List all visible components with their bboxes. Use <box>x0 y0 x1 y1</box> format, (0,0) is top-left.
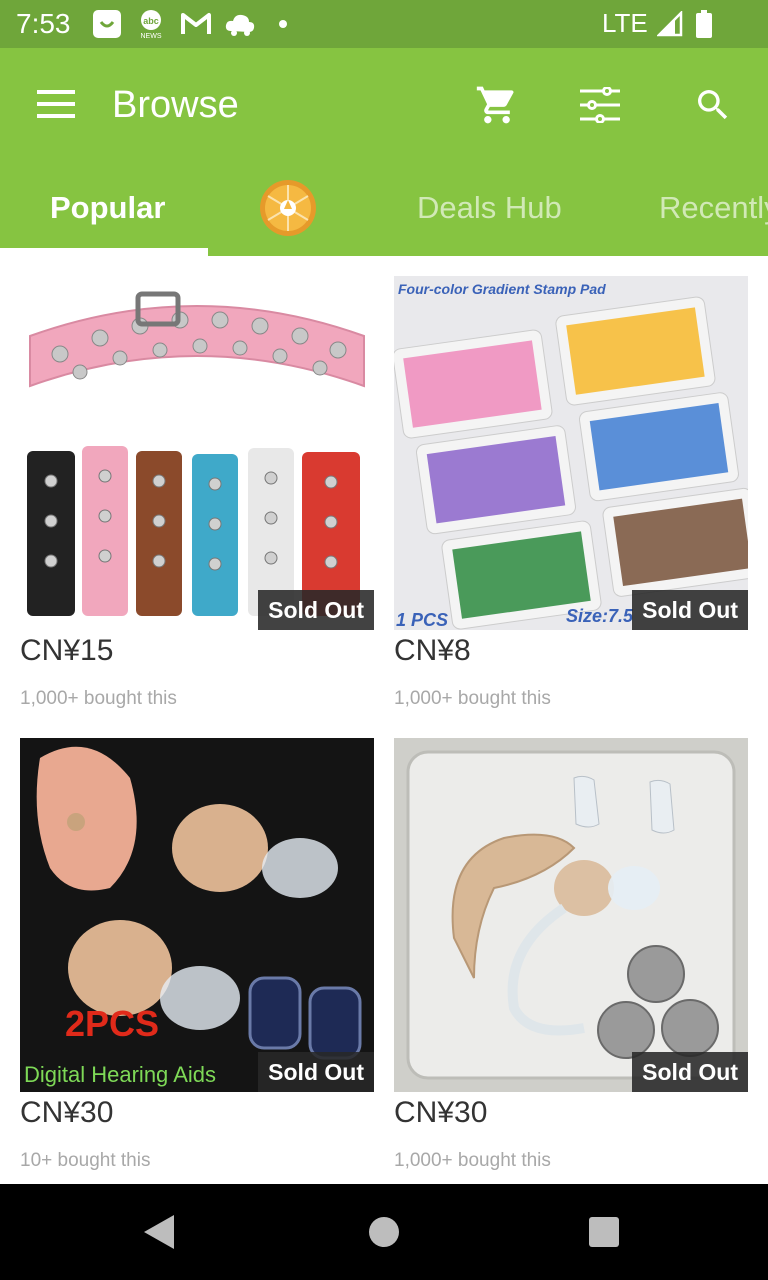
home-icon[interactable] <box>360 1208 408 1256</box>
product-bought-count: 10+ bought this <box>20 1150 151 1171</box>
gmail-icon <box>180 10 212 38</box>
status-bar: 7:53 abc NEWS LTE <box>0 0 768 48</box>
tab-indicator <box>0 248 208 256</box>
product-bought-count: 1,000+ bought this <box>394 1150 551 1171</box>
app-bar: Browse Popular Deals Hub Recently <box>0 48 768 256</box>
status-time: 7:53 <box>16 8 71 39</box>
back-icon[interactable] <box>136 1208 184 1256</box>
tab-bar: Popular Deals Hub Recently <box>0 160 768 256</box>
product-grid: Sold Out CN¥15 1,000+ bought this Four-c… <box>0 256 768 1184</box>
signal-icon <box>656 10 684 38</box>
svg-text:abc: abc <box>143 16 159 26</box>
sold-out-badge: Sold Out <box>632 590 748 630</box>
recents-icon[interactable] <box>580 1208 628 1256</box>
svg-text:NEWS: NEWS <box>141 33 162 39</box>
cart-icon[interactable] <box>470 78 524 132</box>
network-type: LTE <box>602 8 648 38</box>
product-card[interactable]: 2PCS Digital Hearing Aids Sold Out CN¥30… <box>20 738 374 1178</box>
product-image: Sold Out <box>20 276 374 630</box>
sold-out-badge: Sold Out <box>632 1052 748 1092</box>
product-price: CN¥8 <box>394 634 471 667</box>
face-icon <box>92 10 122 38</box>
image-pcs-text: 2PCS <box>65 1003 159 1044</box>
dot-icon <box>276 10 290 38</box>
tab-recently[interactable]: Recently <box>659 160 768 256</box>
product-image: Four-color Gradient Stamp Pad 1 PCS Size… <box>394 276 748 630</box>
battery-icon <box>694 10 714 38</box>
image-size-text: Size:7.5 <box>566 606 634 626</box>
abc-news-icon: abc NEWS <box>136 10 166 39</box>
product-price: CN¥30 <box>20 1096 114 1129</box>
product-price: CN¥30 <box>394 1096 488 1129</box>
tab-deals-hub[interactable]: Deals Hub <box>417 160 562 256</box>
product-card[interactable]: Sold Out CN¥30 1,000+ bought this <box>394 738 748 1178</box>
product-price: CN¥15 <box>20 634 114 667</box>
cloud-icon <box>224 10 256 38</box>
product-card[interactable]: Four-color Gradient Stamp Pad 1 PCS Size… <box>394 276 748 716</box>
image-pcs-text: 1 PCS <box>396 610 448 630</box>
image-caption-text: Digital Hearing Aids <box>24 1062 216 1087</box>
system-nav-bar <box>0 1184 768 1280</box>
filter-icon[interactable] <box>572 78 628 132</box>
tab-popular[interactable]: Popular <box>50 160 165 256</box>
daily-spin-icon <box>260 180 316 236</box>
product-bought-count: 1,000+ bought this <box>394 688 551 709</box>
sold-out-badge: Sold Out <box>258 1052 374 1092</box>
menu-icon[interactable] <box>28 80 84 128</box>
product-image: Sold Out <box>394 738 748 1092</box>
product-bought-count: 1,000+ bought this <box>20 688 177 709</box>
image-header-text: Four-color Gradient Stamp Pad <box>398 281 606 297</box>
sold-out-badge: Sold Out <box>258 590 374 630</box>
tab-daily-spin[interactable] <box>258 160 318 256</box>
page-title: Browse <box>112 84 239 126</box>
product-image: 2PCS Digital Hearing Aids Sold Out <box>20 738 374 1092</box>
search-icon[interactable] <box>686 78 740 132</box>
product-card[interactable]: Sold Out CN¥15 1,000+ bought this <box>20 276 374 716</box>
